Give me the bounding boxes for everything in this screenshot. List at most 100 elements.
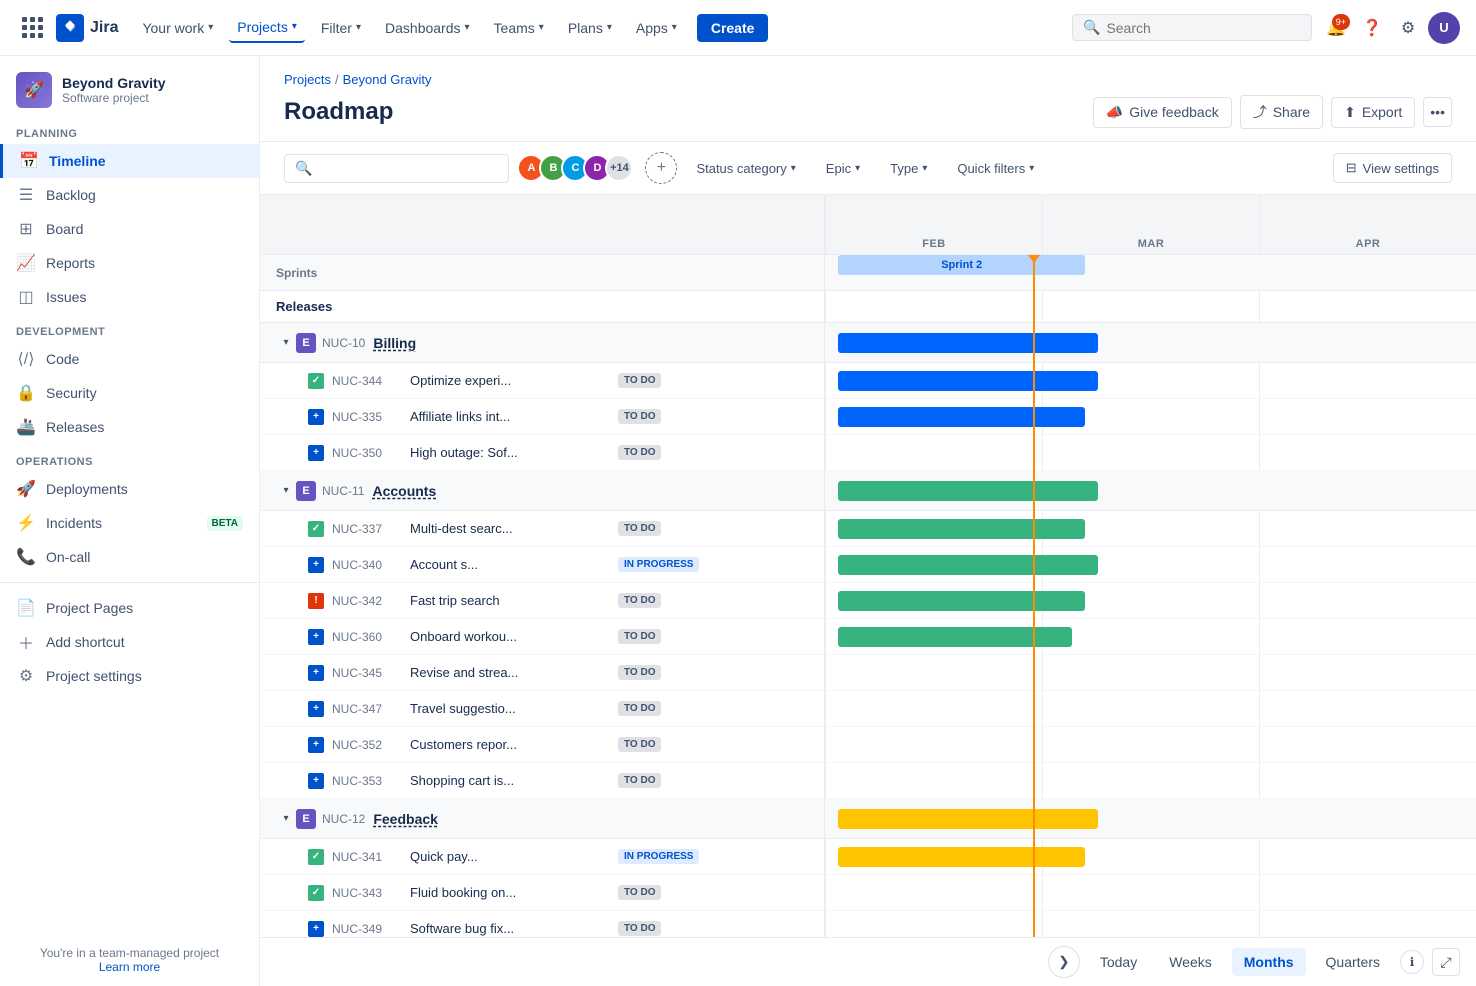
status-category-filter[interactable]: Status category ▾: [685, 154, 806, 183]
epic-accounts-name: Accounts: [372, 483, 436, 499]
sidebar-item-timeline[interactable]: 📅 Timeline: [0, 144, 259, 178]
create-button[interactable]: Create: [697, 14, 769, 42]
issue-nuc-360[interactable]: + NUC-360 Onboard workou... TO DO: [260, 619, 824, 655]
quarters-button[interactable]: Quarters: [1314, 948, 1392, 976]
issue-nuc-349[interactable]: + NUC-349 Software bug fix... TO DO: [260, 911, 824, 937]
avatar-count[interactable]: +14: [605, 154, 633, 182]
toolbar-search[interactable]: 🔍: [284, 154, 509, 183]
breadcrumb: Projects / Beyond Gravity: [284, 72, 1452, 87]
issue-nuc-337[interactable]: ✓ NUC-337 Multi-dest searc... TO DO: [260, 511, 824, 547]
epic-billing-header[interactable]: ▾ E NUC-10 Billing: [260, 323, 824, 363]
gantt-335-bar: [838, 407, 1085, 427]
share-button[interactable]: ⤴ Share: [1240, 95, 1323, 129]
sidebar-item-project-pages[interactable]: 📄 Project Pages: [0, 591, 259, 625]
prev-button[interactable]: ❯: [1048, 946, 1080, 978]
megaphone-icon: 📣: [1106, 104, 1123, 121]
gantt-nuc-340: [825, 547, 1476, 583]
share-icon: ⤴: [1253, 102, 1267, 122]
sidebar-item-add-shortcut[interactable]: ＋ Add shortcut: [0, 625, 259, 659]
sidebar-item-reports[interactable]: 📈 Reports: [0, 246, 259, 280]
gantt-nuc-352: [825, 727, 1476, 763]
epic-feedback-expand[interactable]: ▾: [276, 809, 296, 829]
gantt-nuc-345: [825, 655, 1476, 691]
project-settings-icon: ⚙: [16, 666, 36, 686]
epic-accounts-id: NUC-11: [322, 484, 364, 498]
help-button[interactable]: ❓: [1356, 12, 1388, 44]
issue-nuc-344[interactable]: ✓ NUC-344 Optimize experi... TO DO: [260, 363, 824, 399]
today-button[interactable]: Today: [1088, 948, 1149, 976]
expand-button[interactable]: ⤢: [1432, 948, 1460, 976]
quick-filters-filter[interactable]: Quick filters ▾: [946, 154, 1045, 183]
weeks-button[interactable]: Weeks: [1157, 948, 1224, 976]
issue-nuc-353[interactable]: + NUC-353 Shopping cart is... TO DO: [260, 763, 824, 799]
issue-nuc-350[interactable]: + NUC-350 High outage: Sof... TO DO: [260, 435, 824, 471]
epic-accounts-expand[interactable]: ▾: [276, 481, 296, 501]
filter-nav[interactable]: Filter▾: [313, 14, 369, 42]
grid-icon: [22, 17, 43, 38]
sidebar-divider: [0, 582, 259, 583]
notifications-button[interactable]: 🔔 9+: [1320, 12, 1352, 44]
gantt-nuc-335: [825, 399, 1476, 435]
teams-nav[interactable]: Teams▾: [486, 14, 552, 42]
toolbar-search-input[interactable]: [318, 160, 498, 176]
months-button[interactable]: Months: [1232, 948, 1306, 976]
sidebar-item-releases[interactable]: 🚢 Releases: [0, 410, 259, 444]
sidebar-item-oncall[interactable]: 📞 On-call: [0, 540, 259, 574]
sidebar-item-security[interactable]: 🔒 Security: [0, 376, 259, 410]
issue-nuc-340[interactable]: + NUC-340 Account s... IN PROGRESS: [260, 547, 824, 583]
projects-nav[interactable]: Projects▾: [229, 13, 305, 43]
issue-nuc-352[interactable]: + NUC-352 Customers repor... TO DO: [260, 727, 824, 763]
epic-billing-expand[interactable]: ▾: [276, 333, 296, 353]
issue-nuc-345[interactable]: + NUC-345 Revise and strea... TO DO: [260, 655, 824, 691]
view-settings-button[interactable]: ⊟ View settings: [1333, 153, 1452, 183]
epic-accounts-header[interactable]: ▾ E NUC-11 Accounts: [260, 471, 824, 511]
epic-billing-icon: E: [296, 333, 316, 353]
settings-button[interactable]: ⚙: [1392, 12, 1424, 44]
sidebar-footer: You're in a team-managed project Learn m…: [0, 934, 259, 986]
assignee-filter-button[interactable]: +: [645, 152, 677, 184]
type-filter[interactable]: Type ▾: [879, 154, 938, 183]
learn-more-link[interactable]: Learn more: [99, 960, 160, 974]
grid-menu-button[interactable]: [16, 12, 48, 44]
sidebar-item-issues[interactable]: ◫ Issues: [0, 280, 259, 314]
sidebar-item-deployments[interactable]: 🚀 Deployments: [0, 472, 259, 506]
issue-345-type: +: [308, 665, 324, 681]
sidebar-item-code[interactable]: ⟨/⟩ Code: [0, 342, 259, 376]
sidebar-item-project-settings[interactable]: ⚙ Project settings: [0, 659, 259, 693]
user-avatar[interactable]: U: [1428, 12, 1460, 44]
your-work-nav[interactable]: Your work▾: [134, 14, 221, 42]
sidebar-item-backlog[interactable]: ☰ Backlog: [0, 178, 259, 212]
give-feedback-button[interactable]: 📣 Give feedback: [1093, 97, 1232, 128]
epic-filter[interactable]: Epic ▾: [815, 154, 871, 183]
incidents-icon: ⚡: [16, 513, 36, 533]
project-name: Beyond Gravity: [62, 75, 165, 91]
issue-nuc-343[interactable]: ✓ NUC-343 Fluid booking on... TO DO: [260, 875, 824, 911]
export-button[interactable]: ⬆ Export: [1331, 97, 1415, 128]
main-content: Projects / Beyond Gravity Roadmap 📣 Give…: [260, 56, 1476, 986]
breadcrumb-project[interactable]: Beyond Gravity: [343, 72, 432, 87]
jira-logo[interactable]: Jira: [56, 14, 118, 42]
gantt-360-bar: [838, 627, 1072, 647]
info-button[interactable]: ℹ: [1400, 950, 1424, 974]
gantt-nuc-341: [825, 839, 1476, 875]
issue-nuc-342[interactable]: ! NUC-342 Fast trip search TO DO: [260, 583, 824, 619]
issue-341-type: ✓: [308, 849, 324, 865]
issue-nuc-347[interactable]: + NUC-347 Travel suggestio... TO DO: [260, 691, 824, 727]
breadcrumb-projects[interactable]: Projects: [284, 72, 331, 87]
search-input[interactable]: [1106, 20, 1301, 36]
gantt-billing-bar: [838, 333, 1098, 353]
gantt-nuc-337: [825, 511, 1476, 547]
issue-nuc-335[interactable]: + NUC-335 Affiliate links int... TO DO: [260, 399, 824, 435]
sidebar-item-code-label: Code: [46, 351, 243, 367]
issue-nuc-341[interactable]: ✓ NUC-341 Quick pay... IN PROGRESS: [260, 839, 824, 875]
reports-icon: 📈: [16, 253, 36, 273]
gantt-nuc-350: [825, 435, 1476, 471]
sidebar-item-board[interactable]: ⊞ Board: [0, 212, 259, 246]
more-options-button[interactable]: •••: [1423, 97, 1452, 127]
epic-feedback-header[interactable]: ▾ E NUC-12 Feedback: [260, 799, 824, 839]
search-box[interactable]: 🔍: [1072, 14, 1312, 41]
apps-nav[interactable]: Apps▾: [628, 14, 685, 42]
sidebar-item-incidents[interactable]: ⚡ Incidents BETA: [0, 506, 259, 540]
plans-nav[interactable]: Plans▾: [560, 14, 620, 42]
dashboards-nav[interactable]: Dashboards▾: [377, 14, 478, 42]
